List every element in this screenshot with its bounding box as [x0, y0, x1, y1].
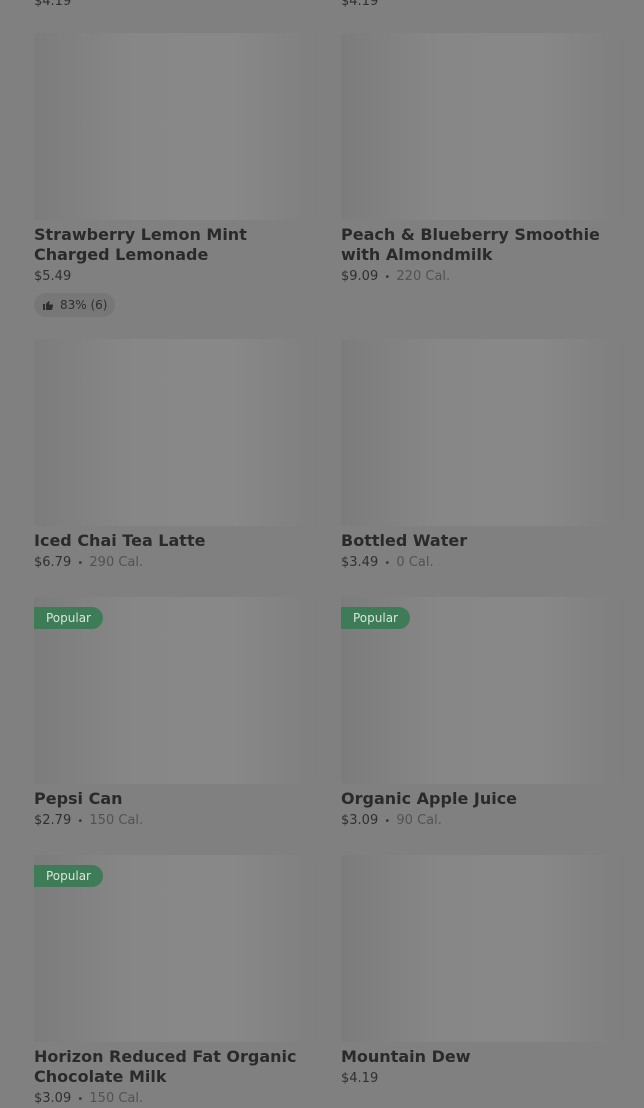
item-meta: $9.09 • 220 Cal. — [341, 269, 624, 286]
item-image — [34, 339, 317, 526]
separator: • — [77, 558, 84, 569]
popular-badge: Popular — [34, 865, 103, 887]
item-name: Horizon Reduced Fat Organic Chocolate Mi… — [34, 1047, 297, 1086]
rating-text: 83% (6) — [60, 298, 108, 312]
item-calories: 0 Cal. — [396, 555, 434, 570]
item-price: $3.09 — [341, 813, 379, 828]
item-price: $6.79 — [34, 555, 72, 570]
separator: • — [77, 1094, 84, 1105]
item-name: Strawberry Lemon Mint Charged Lemonade — [34, 225, 247, 264]
item-image — [341, 855, 624, 1042]
item-image: Popular — [34, 597, 317, 784]
item-name: Peach & Blueberry Smoothie with Almondmi… — [341, 225, 600, 264]
thumbs-up-icon — [43, 301, 54, 310]
item-meta: $3.09 • 90 Cal. — [341, 813, 624, 830]
menu-item-card[interactable]: Popular Horizon Reduced Fat Organic Choc… — [34, 855, 317, 1108]
menu-item-card[interactable]: Popular Pepsi Can $2.79 • 150 Cal. — [34, 597, 317, 830]
cut-price-left: $4.19 — [34, 0, 72, 9]
item-meta: $3.49 • 0 Cal. — [341, 555, 624, 572]
item-calories: 90 Cal. — [396, 813, 442, 828]
menu-item-card[interactable]: Peach & Blueberry Smoothie with Almondmi… — [341, 33, 624, 286]
item-calories: 220 Cal. — [396, 269, 451, 284]
item-image: Popular — [341, 597, 624, 784]
item-image — [341, 33, 624, 220]
menu-item-card[interactable]: Strawberry Lemon Mint Charged Lemonade $… — [34, 33, 317, 317]
item-image — [34, 33, 317, 220]
item-price: $2.79 — [34, 813, 72, 828]
item-price: $4.19 — [341, 1071, 379, 1086]
item-image — [341, 339, 624, 526]
item-meta: $2.79 • 150 Cal. — [34, 813, 317, 830]
separator: • — [77, 816, 84, 827]
item-price: $9.09 — [341, 269, 379, 284]
item-meta: $6.79 • 290 Cal. — [34, 555, 317, 572]
menu-item-card[interactable]: Mountain Dew $4.19 — [341, 855, 624, 1087]
item-name: Iced Chai Tea Latte — [34, 531, 206, 550]
menu-item-card[interactable]: Popular Organic Apple Juice $3.09 • 90 C… — [341, 597, 624, 830]
item-calories: 150 Cal. — [89, 813, 144, 828]
separator: • — [384, 816, 391, 827]
item-price: $3.49 — [341, 555, 379, 570]
rating-badge: 83% (6) — [34, 293, 116, 317]
item-name: Organic Apple Juice — [341, 789, 518, 808]
item-calories: 290 Cal. — [89, 555, 144, 570]
item-meta: $5.49 — [34, 269, 317, 285]
item-price: $5.49 — [34, 269, 72, 284]
separator: • — [384, 558, 391, 569]
item-meta: $4.19 — [341, 1071, 624, 1087]
menu-item-card[interactable]: Iced Chai Tea Latte $6.79 • 290 Cal. — [34, 339, 317, 572]
item-name: Mountain Dew — [341, 1047, 471, 1066]
cut-price-right: $4.19 — [341, 0, 379, 9]
popular-badge: Popular — [34, 607, 103, 629]
popular-badge: Popular — [341, 607, 410, 629]
item-meta: $3.09 • 150 Cal. — [34, 1091, 317, 1108]
item-name: Bottled Water — [341, 531, 468, 550]
item-image: Popular — [34, 855, 317, 1042]
item-name: Pepsi Can — [34, 789, 123, 808]
separator: • — [384, 272, 391, 283]
menu-item-card[interactable]: Bottled Water $3.49 • 0 Cal. — [341, 339, 624, 572]
